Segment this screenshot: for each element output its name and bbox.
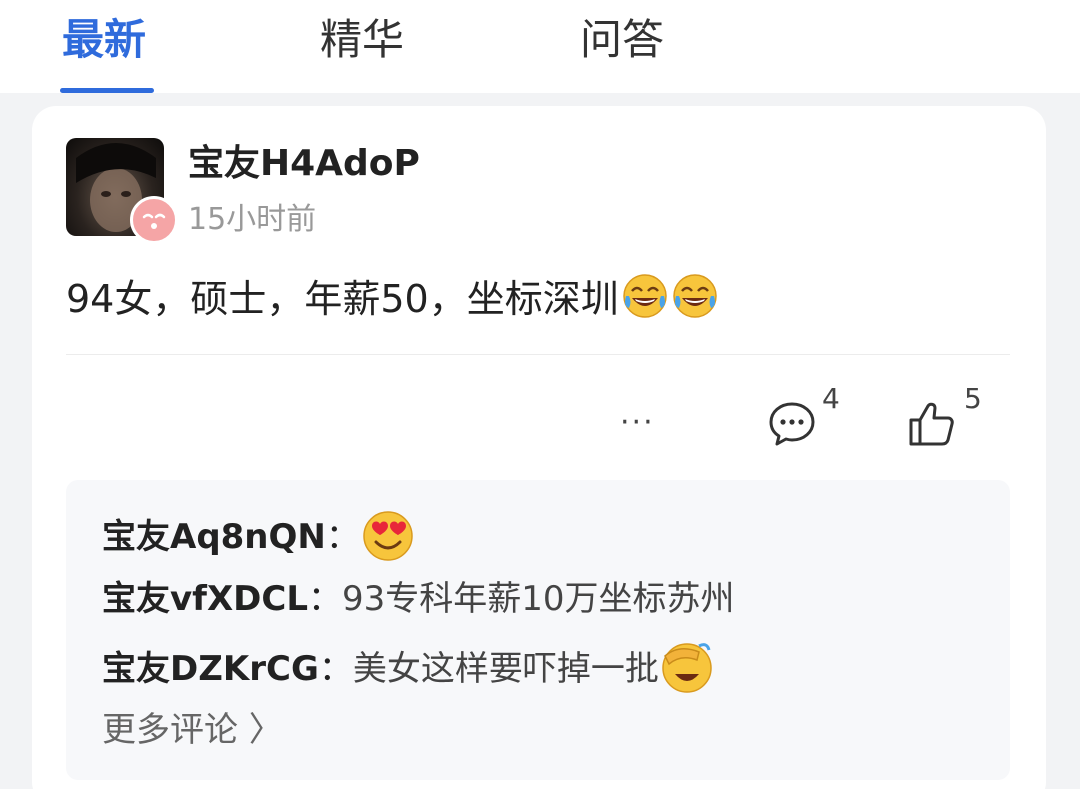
comment-separator: ： (325, 517, 360, 557)
more-comments-link[interactable]: 更多评论 〉 (102, 706, 283, 754)
comment-item[interactable]: 宝友vfXDCL：93专科年薪10万坐标苏州 (102, 574, 735, 624)
heart-eyes-emoji-icon (363, 511, 413, 561)
more-options-button[interactable]: ··· (620, 408, 664, 438)
comment-button[interactable]: 4 (766, 384, 846, 452)
divider (66, 354, 1010, 355)
comment-author[interactable]: 宝友Aq8nQN (102, 517, 326, 557)
tears-of-joy-emoji-icon (672, 274, 717, 318)
comment-text: 美女这样要吓掉一批 (352, 649, 659, 689)
avatar-face-badge-icon (130, 196, 178, 244)
comment-item[interactable]: 宝友Aq8nQN： (102, 506, 416, 561)
post-username[interactable]: 宝友H4AdoP (188, 140, 420, 188)
tab-qa[interactable]: 问答 (580, 12, 664, 68)
comment-author[interactable]: 宝友vfXDCL (102, 579, 308, 619)
face-palm-emoji-icon (662, 643, 712, 693)
comment-separator: ： (308, 579, 343, 619)
comment-item[interactable]: 宝友DZKrCG：美女这样要吓掉一批 (102, 638, 715, 693)
post-timestamp: 15小时前 (188, 202, 317, 237)
like-count: 5 (964, 382, 982, 415)
tab-latest[interactable]: 最新 (62, 12, 146, 68)
like-button[interactable]: 5 (906, 384, 986, 452)
comment-separator: ： (318, 649, 353, 689)
post-text: 94女，硕士，年薪50，坐标深圳 (66, 277, 619, 321)
comment-bubble-icon (769, 402, 815, 446)
tab-bar: 最新 精华 问答 (0, 0, 1080, 93)
post-content: 94女，硕士，年薪50，坐标深圳 (66, 272, 719, 325)
comment-text: 93专科年薪10万坐标苏州 (342, 579, 735, 619)
tears-of-joy-emoji-icon (622, 274, 667, 318)
active-tab-indicator (60, 88, 154, 93)
comment-author[interactable]: 宝友DZKrCG (102, 649, 319, 689)
thumbs-up-icon (909, 402, 954, 446)
tab-featured[interactable]: 精华 (320, 12, 404, 68)
comment-count: 4 (822, 382, 840, 415)
